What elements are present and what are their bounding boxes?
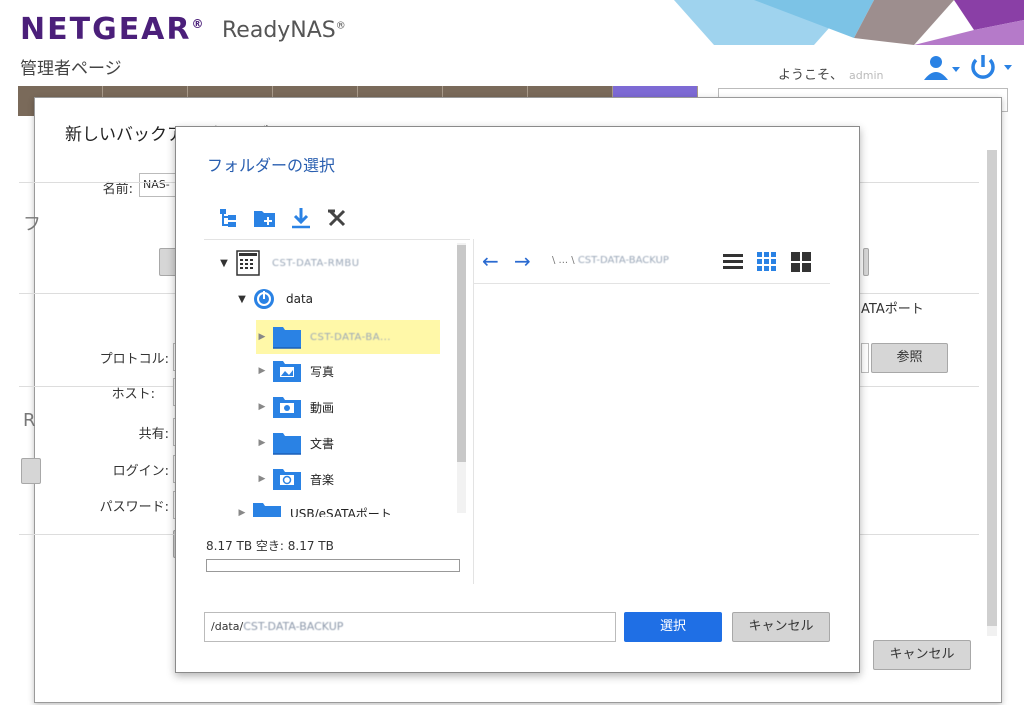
tree-scrollbar-thumb[interactable] <box>457 245 466 462</box>
download-icon[interactable] <box>288 205 314 231</box>
document-folder-icon <box>273 433 301 455</box>
music-folder-icon <box>273 469 301 490</box>
option-button[interactable] <box>21 458 41 484</box>
usb-esata-option: ATAポート <box>861 302 924 317</box>
tree-node-data[interactable]: ▼ data <box>236 284 313 314</box>
header-decoration <box>674 0 1024 45</box>
dialog-title: フォルダーの選択 <box>207 156 336 175</box>
folder-tree-icon[interactable] <box>216 205 242 231</box>
tree-node-folder[interactable]: ▶ 動画 <box>256 392 334 422</box>
tree-node-folder[interactable]: ▶ 写真 <box>256 356 334 386</box>
expanded-arrow-icon[interactable]: ▼ <box>236 294 248 305</box>
tree-node-root[interactable]: ▼ CST-DATA-RMBU <box>218 248 360 278</box>
brand-logo: NETGEAR® <box>20 12 206 47</box>
forward-arrow-icon[interactable]: → <box>514 249 531 273</box>
folder-toolbar <box>216 205 350 231</box>
tree-node-usb[interactable]: ▶ USB/eSATAポート <box>236 498 392 517</box>
host-label: ホスト: <box>111 387 155 402</box>
selected-path-field[interactable]: /data/CST-DATA-BACKUP <box>204 612 616 642</box>
nas-device-icon <box>236 250 260 276</box>
tree-node-folder[interactable]: ▶ CST-DATA-BA... <box>256 320 440 354</box>
free-space-bar <box>206 559 460 572</box>
small-grid-view-icon[interactable] <box>756 251 778 273</box>
collapsed-arrow-icon[interactable]: ▶ <box>256 402 268 412</box>
tree-label-usb: USB/eSATAポート <box>290 506 392 518</box>
folder-select-dialog: フォルダーの選択 ▼ CST-DATA-RMBU ▼ data ▶ CST-DA… <box>175 126 860 673</box>
path-field[interactable] <box>861 343 869 373</box>
section-heading: フ <box>23 214 41 235</box>
page-title: 管理者ページ <box>20 59 122 79</box>
product-name: ReadyNAS® <box>222 18 346 43</box>
collapsed-arrow-icon[interactable]: ▶ <box>256 438 268 448</box>
section-heading-r: R <box>23 410 36 431</box>
file-browser-header: ← → \ ... \ CST-DATA-BACKUP <box>474 239 830 284</box>
share-label: 共有: <box>138 427 169 442</box>
collapsed-arrow-icon[interactable]: ▶ <box>256 474 268 484</box>
new-folder-icon[interactable] <box>252 205 278 231</box>
collapsed-arrow-icon[interactable]: ▶ <box>256 332 268 342</box>
browse-button[interactable]: 参照 <box>871 343 948 373</box>
video-folder-icon <box>273 397 301 418</box>
collapsed-arrow-icon[interactable]: ▶ <box>236 508 248 517</box>
name-field[interactable]: NAS- <box>139 173 179 197</box>
remove-icon[interactable] <box>324 205 350 231</box>
login-label: ログイン: <box>112 464 169 479</box>
free-space-label: 8.17 TB 空き: 8.17 TB <box>206 539 334 553</box>
folder-icon <box>273 327 301 349</box>
photo-folder-icon <box>273 361 301 382</box>
tree-label-folder: 文書 <box>310 436 335 451</box>
tree-node-folder[interactable]: ▶ 文書 <box>256 428 334 458</box>
folder-tree: ▼ CST-DATA-RMBU ▼ data ▶ CST-DATA-BA... … <box>204 239 470 517</box>
username: admin <box>849 69 884 82</box>
list-view-icon[interactable] <box>722 251 744 273</box>
select-button[interactable]: 選択 <box>624 612 722 642</box>
collapsed-arrow-icon[interactable]: ▶ <box>256 366 268 376</box>
tree-label-folder: 写真 <box>310 364 335 379</box>
source-button-right[interactable] <box>863 248 869 276</box>
protocol-label: プロトコル: <box>99 352 169 367</box>
volume-icon <box>254 289 274 309</box>
password-label: パスワード: <box>99 500 169 515</box>
back-arrow-icon[interactable]: ← <box>482 249 499 273</box>
usb-folder-icon <box>253 503 281 517</box>
pane-divider <box>473 239 474 584</box>
tree-label-folder: 音楽 <box>310 472 335 487</box>
power-icon[interactable] <box>966 52 1016 82</box>
breadcrumb: \ ... \ CST-DATA-BACKUP <box>552 255 669 266</box>
name-label: 名前: <box>102 182 133 197</box>
welcome-text: ようこそ、 admin <box>778 68 884 83</box>
tree-node-folder[interactable]: ▶ 音楽 <box>256 464 334 494</box>
tree-label-folder: 動画 <box>310 400 335 415</box>
expanded-arrow-icon[interactable]: ▼ <box>218 258 230 269</box>
large-grid-view-icon[interactable] <box>790 251 812 273</box>
user-menu-icon[interactable] <box>922 54 962 82</box>
cancel-button[interactable]: キャンセル <box>732 612 830 642</box>
tree-label-data: data <box>286 292 314 306</box>
scrollbar-thumb[interactable] <box>987 150 997 626</box>
tree-label-folder: CST-DATA-BA... <box>310 331 391 343</box>
cancel-button[interactable]: キャンセル <box>873 640 971 670</box>
tree-label-root: CST-DATA-RMBU <box>272 257 360 269</box>
